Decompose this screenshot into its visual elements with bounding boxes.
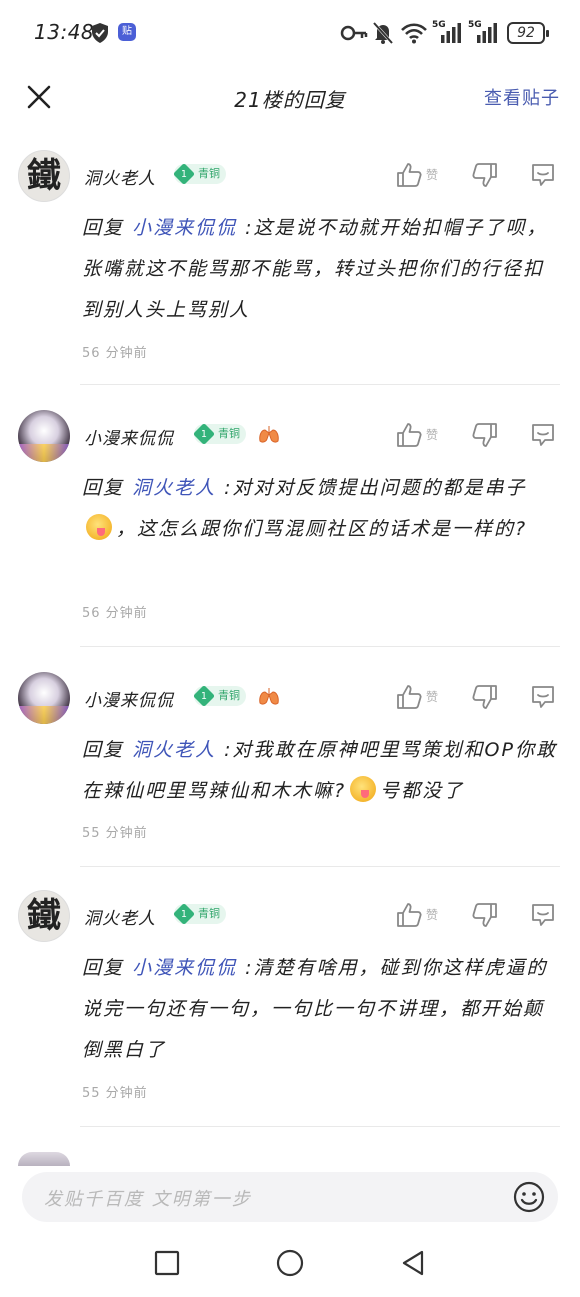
comment-icon[interactable] <box>528 160 558 190</box>
like-label[interactable]: 赞 <box>426 166 438 183</box>
grin-emoji-icon <box>350 776 377 802</box>
reply-time: 55 分钟前 <box>82 1086 148 1101</box>
divider <box>80 1126 560 1127</box>
home-icon[interactable] <box>275 1248 305 1278</box>
reply-time: 56 分钟前 <box>82 606 148 621</box>
reply-page: 13:48 贴 5G 5G 92 21楼的回复 查看贴子 鐵 洞火老人 1 青铜… <box>0 0 580 1297</box>
reply-input[interactable]: 发贴千百度 文明第一步 <box>22 1172 558 1222</box>
username[interactable]: 洞火老人 <box>84 164 156 189</box>
username[interactable]: 小漫来侃侃 <box>84 424 174 449</box>
reply-time: 55 分钟前 <box>82 826 148 841</box>
like-icon[interactable] <box>394 420 424 450</box>
reply-content: 回复 洞火老人 :对对对反馈提出问题的都是串子，这怎么跟你们骂混厕社区的话术是一… <box>82 477 528 540</box>
recent-apps-icon[interactable] <box>152 1248 182 1278</box>
system-nav-bar <box>0 1232 580 1297</box>
like-icon[interactable] <box>394 160 424 190</box>
signal-icon-2 <box>477 23 497 43</box>
view-post-link[interactable]: 查看贴子 <box>484 84 560 110</box>
comment-icon[interactable] <box>528 900 558 930</box>
avatar[interactable] <box>18 410 70 462</box>
comment-icon[interactable] <box>528 682 558 712</box>
mention-link[interactable]: 洞火老人 <box>132 477 216 499</box>
signal-icon-1 <box>441 23 461 43</box>
dislike-icon[interactable] <box>470 420 500 450</box>
shield-icon <box>92 23 108 43</box>
comment-icon[interactable] <box>528 420 558 450</box>
like-icon[interactable] <box>394 682 424 712</box>
reply-content: 回复 洞火老人 :对我敢在原神吧里骂策划和OP你敢在辣仙吧里骂辣仙和木木嘛? 号都… <box>82 739 557 802</box>
avatar[interactable] <box>18 672 70 724</box>
like-label[interactable]: 赞 <box>426 906 438 923</box>
username[interactable]: 小漫来侃侃 <box>84 686 174 711</box>
level-badge: 1 青铜 <box>172 162 226 186</box>
mute-bell-icon <box>372 21 394 45</box>
divider <box>80 384 560 385</box>
dislike-icon[interactable] <box>470 160 500 190</box>
avatar[interactable]: 鐵 <box>18 150 70 202</box>
level-badge: 1 青铜 <box>172 902 226 926</box>
status-time: 13:48 <box>34 20 95 44</box>
mention-link[interactable]: 洞火老人 <box>132 739 216 761</box>
back-icon[interactable] <box>398 1248 428 1278</box>
reply-content: 回复 小漫来侃侃 :清楚有啥用，碰到你这样虎逼的说完一句还有一句，一句比一句不讲… <box>82 957 548 1061</box>
mention-link[interactable]: 小漫来侃侃 <box>132 957 237 979</box>
emoji-icon[interactable] <box>512 1180 546 1214</box>
tieba-app-icon: 贴 <box>118 23 136 41</box>
like-label[interactable]: 赞 <box>426 688 438 705</box>
divider <box>80 646 560 647</box>
key-icon <box>340 25 368 41</box>
divider <box>80 866 560 867</box>
username[interactable]: 洞火老人 <box>84 904 156 929</box>
lung-icon <box>259 426 279 443</box>
mention-link[interactable]: 小漫来侃侃 <box>132 217 237 239</box>
avatar <box>18 1152 70 1166</box>
level-badge: 1 青铜 <box>192 684 246 708</box>
like-icon[interactable] <box>394 900 424 930</box>
status-bar: 13:48 贴 5G 5G 92 <box>0 0 580 66</box>
lung-icon <box>259 688 279 705</box>
top-nav: 21楼的回复 查看贴子 <box>0 66 580 130</box>
level-badge: 1 青铜 <box>192 422 246 446</box>
dislike-icon[interactable] <box>470 900 500 930</box>
avatar[interactable]: 鐵 <box>18 890 70 942</box>
reply-content: 回复 小漫来侃侃 :这是说不动就开始扣帽子了呗， 张嘴就这不能骂那不能骂，转过头… <box>82 217 548 321</box>
reply-time: 56 分钟前 <box>82 346 148 361</box>
dislike-icon[interactable] <box>470 682 500 712</box>
wifi-icon <box>401 23 427 44</box>
battery-indicator: 92 <box>507 22 549 44</box>
grin-emoji-icon <box>86 514 112 540</box>
like-label[interactable]: 赞 <box>426 426 438 443</box>
reply-input-placeholder: 发贴千百度 文明第一步 <box>44 1189 252 1210</box>
